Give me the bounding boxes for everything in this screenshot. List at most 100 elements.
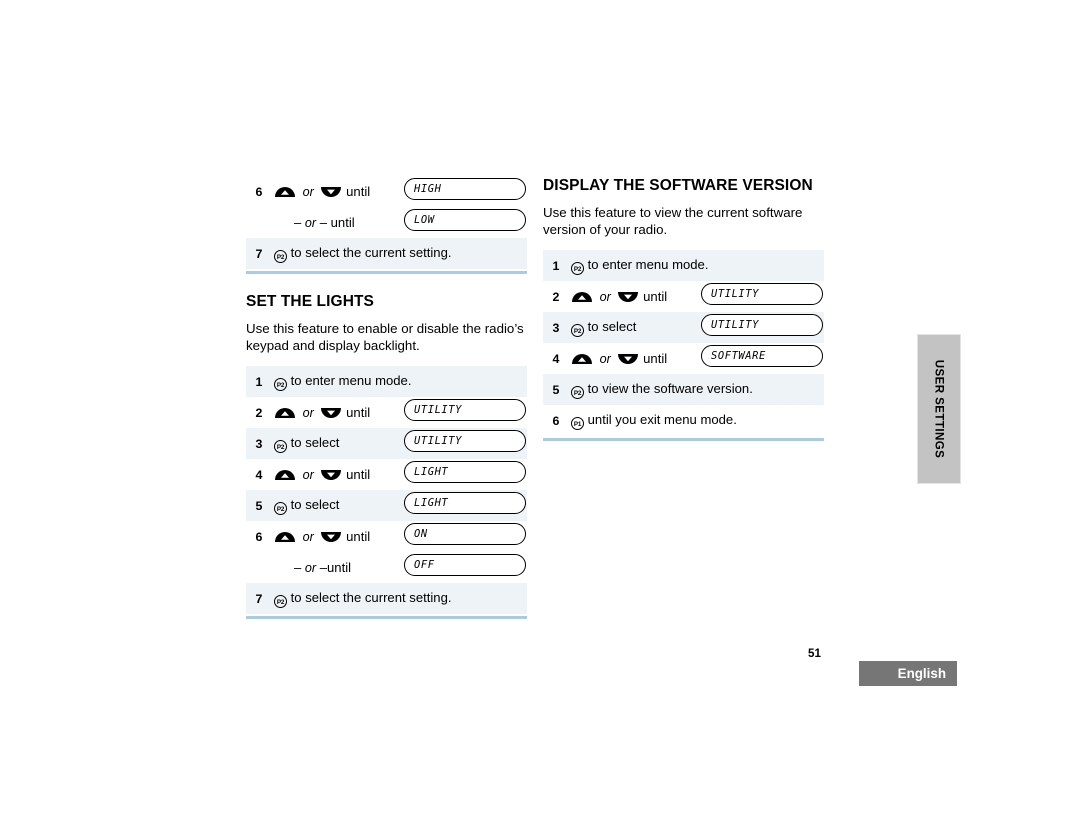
down-arrow-icon[interactable]	[320, 469, 342, 481]
alt-dash: –	[294, 560, 302, 575]
lcd-display: HIGH	[404, 178, 526, 200]
lcd-cell: UTILITY	[697, 281, 824, 312]
table-row: 6 or until HIGH	[246, 176, 527, 207]
step-text: to select the current setting.	[290, 244, 452, 260]
lcd-cell: HIGH	[400, 176, 527, 207]
step-number: 7	[246, 583, 270, 614]
lcd-cell: UTILITY	[697, 312, 824, 343]
right-column: DISPLAY THE SOFTWARE VERSION Use this fe…	[543, 176, 824, 441]
step-number: 6	[246, 521, 270, 552]
step-action: or until	[567, 343, 697, 374]
table-row: 3 P2 to select UTILITY	[543, 312, 824, 343]
up-arrow-icon[interactable]	[274, 531, 296, 543]
table-row: 2 or until UTILITY	[246, 397, 527, 428]
table-row: 5 P2 to view the software version.	[543, 374, 824, 405]
lcd-display: ON	[404, 523, 526, 545]
step-number: 3	[543, 312, 567, 343]
step-action: P2 to select	[270, 428, 400, 459]
step-action: P2 to select the current setting.	[270, 583, 527, 614]
step-action: or until	[270, 521, 400, 552]
lcd-cell: LIGHT	[400, 459, 527, 490]
lcd-cell: LIGHT	[400, 490, 527, 521]
lcd-display: UTILITY	[404, 399, 526, 421]
p2-button-icon[interactable]: P2	[274, 501, 287, 515]
step-action: P2 to select	[270, 490, 400, 521]
table-row: 7 P2 to select the current setting.	[246, 583, 527, 614]
down-arrow-icon[interactable]	[320, 531, 342, 543]
lcd-display: UTILITY	[701, 283, 823, 305]
down-arrow-icon[interactable]	[617, 291, 639, 303]
table-row: 6 or until ON	[246, 521, 527, 552]
language-badge: English	[859, 661, 957, 686]
p2-button-icon[interactable]: P2	[571, 261, 584, 275]
until-label: until	[643, 289, 668, 304]
p2-button-icon[interactable]: P2	[571, 385, 584, 399]
or-label: or	[304, 561, 317, 575]
step-action: P1 until you exit menu mode.	[567, 405, 824, 436]
step-number: 1	[543, 250, 567, 281]
step-action: or until	[270, 397, 400, 428]
until-label: until	[643, 351, 668, 366]
or-label: or	[302, 530, 314, 544]
down-arrow-icon[interactable]	[320, 186, 342, 198]
step-number: 2	[246, 397, 270, 428]
step-action: – or – until	[270, 207, 400, 238]
lcd-cell: LOW	[400, 207, 527, 238]
continued-steps-table: 6 or until HIGH – or – until LOW 7 P2 to…	[246, 176, 527, 269]
table-row: 5 P2 to select LIGHT	[246, 490, 527, 521]
step-number: 4	[246, 459, 270, 490]
until-label: until	[346, 184, 371, 199]
up-arrow-icon[interactable]	[274, 186, 296, 198]
step-number: 5	[246, 490, 270, 521]
up-arrow-icon[interactable]	[274, 469, 296, 481]
p2-button-icon[interactable]: P2	[571, 323, 584, 337]
down-arrow-icon[interactable]	[617, 353, 639, 365]
step-number: 4	[543, 343, 567, 374]
table-row: – or –until OFF	[246, 552, 527, 583]
lcd-display: LIGHT	[404, 461, 526, 483]
set-the-lights-steps-table: 1 P2 to enter menu mode. 2 or until UTIL…	[246, 366, 527, 614]
p2-button-icon[interactable]: P2	[274, 439, 287, 453]
step-text: to select	[587, 318, 637, 334]
step-number	[246, 552, 270, 583]
down-arrow-icon[interactable]	[320, 407, 342, 419]
or-label: or	[599, 352, 611, 366]
page-title: SET THE LIGHTS	[246, 293, 374, 310]
step-action: P2 to select	[567, 312, 697, 343]
step-number: 6	[246, 176, 270, 207]
p2-button-icon[interactable]: P2	[274, 594, 287, 608]
lcd-display: OFF	[404, 554, 526, 576]
up-arrow-icon[interactable]	[274, 407, 296, 419]
step-action: – or –until	[270, 552, 400, 583]
p2-button-icon[interactable]: P2	[274, 249, 287, 263]
lcd-cell: UTILITY	[400, 397, 527, 428]
until-label: until	[346, 529, 371, 544]
table-row: 2 or until UTILITY	[543, 281, 824, 312]
lcd-cell: OFF	[400, 552, 527, 583]
step-action: P2 to enter menu mode.	[270, 366, 527, 397]
step-number: 7	[246, 238, 270, 269]
up-arrow-icon[interactable]	[571, 291, 593, 303]
step-text: to select	[290, 496, 340, 512]
or-label: or	[302, 185, 314, 199]
chapter-side-tab-label: USER SETTINGS	[932, 359, 946, 459]
or-label: or	[304, 216, 317, 230]
section-intro: Use this feature to view the current sof…	[543, 205, 803, 237]
lcd-cell: ON	[400, 521, 527, 552]
step-number: 5	[543, 374, 567, 405]
table-row: 1 P2 to enter menu mode.	[246, 366, 527, 397]
table-row: 7 P2 to select the current setting.	[246, 238, 527, 269]
lcd-display: LIGHT	[404, 492, 526, 514]
p2-button-icon[interactable]: P2	[274, 377, 287, 391]
step-action: or until	[567, 281, 697, 312]
table-row: 1 P2 to enter menu mode.	[543, 250, 824, 281]
page-title: DISPLAY THE SOFTWARE VERSION	[543, 177, 813, 194]
until-label: –until	[319, 560, 352, 575]
table-row: – or – until LOW	[246, 207, 527, 238]
up-arrow-icon[interactable]	[571, 353, 593, 365]
step-text: to view the software version.	[587, 380, 753, 396]
step-number	[246, 207, 270, 238]
step-number: 2	[543, 281, 567, 312]
table-row: 6 P1 until you exit menu mode.	[543, 405, 824, 436]
p1-button-icon[interactable]: P1	[571, 416, 584, 430]
